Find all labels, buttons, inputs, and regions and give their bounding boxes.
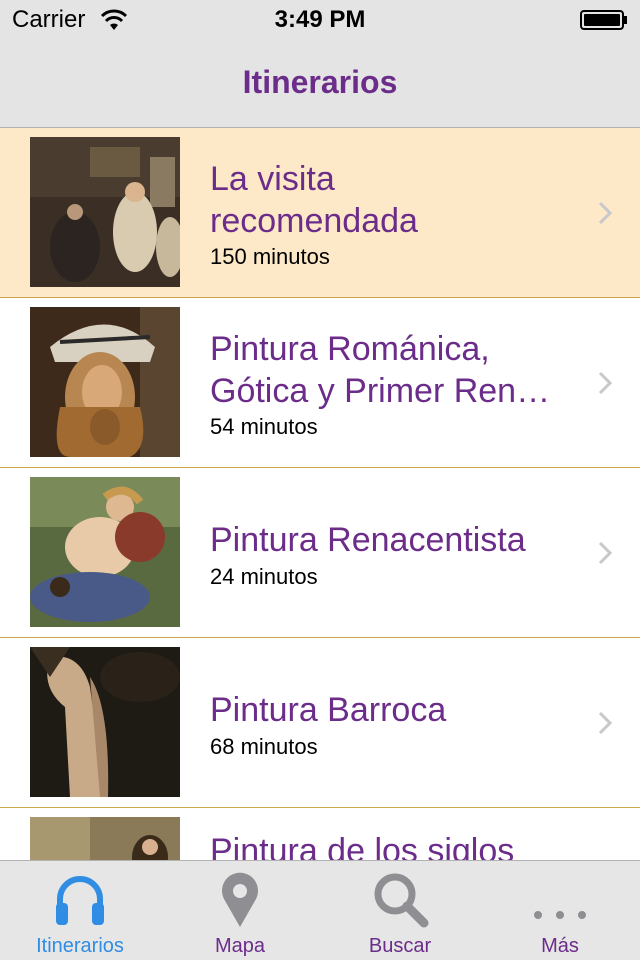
tab-bar: Itinerarios Mapa Buscar Más: [0, 860, 640, 960]
list-item-pintura-romanica[interactable]: Pintura Románica, Gótica y Primer Ren… 5…: [0, 298, 640, 468]
itinerary-duration: 68 minutos: [210, 734, 318, 759]
itinerary-duration: 54 minutos: [210, 414, 318, 439]
painting-thumbnail: [30, 137, 180, 287]
tab-itinerarios[interactable]: Itinerarios: [0, 861, 160, 961]
itinerary-title: Pintura Barroca: [210, 691, 447, 729]
tab-buscar[interactable]: Buscar: [320, 861, 480, 961]
tab-mas[interactable]: Más: [480, 861, 640, 961]
itinerary-title: Pintura Románica, Gótica y Primer Ren…: [210, 330, 551, 410]
chevron-right-icon: [598, 371, 612, 395]
battery-icon: [580, 10, 627, 30]
status-bar: Carrier 3:49 PM: [0, 0, 640, 40]
chevron-right-icon: [598, 541, 612, 565]
tab-label: Más: [541, 935, 579, 957]
map-pin-icon: [222, 872, 258, 927]
page-title: Itinerarios: [242, 64, 398, 100]
list-item-visita-recomendada[interactable]: La visita recomendada 150 minutos: [0, 128, 640, 298]
itinerary-list[interactable]: La visita recomendada 150 minutos Pintur…: [0, 128, 640, 860]
painting-thumbnail: [30, 817, 180, 860]
status-time: 3:49 PM: [274, 6, 366, 33]
itinerary-title: Pintura Renacentista: [210, 521, 526, 559]
navigation-bar: Itinerarios: [0, 40, 640, 128]
tab-label: Buscar: [368, 935, 432, 957]
painting-thumbnail: [30, 307, 180, 457]
itinerary-duration: 150 minutos: [210, 244, 330, 269]
painting-thumbnail: [30, 647, 180, 797]
itinerary-title: La visita recomendada: [210, 160, 418, 240]
chevron-right-icon: [598, 201, 612, 225]
chevron-right-icon: [598, 711, 612, 735]
painting-thumbnail: [30, 477, 180, 627]
search-icon: [374, 873, 429, 928]
itinerary-title: Pintura de los siglos: [210, 832, 515, 860]
itinerary-duration: 24 minutos: [210, 564, 318, 589]
tab-mapa[interactable]: Mapa: [160, 861, 320, 961]
tab-label: Itinerarios: [36, 935, 124, 957]
list-item-pintura-barroca[interactable]: Pintura Barroca 68 minutos: [0, 638, 640, 808]
list-item-pintura-renacentista[interactable]: Pintura Renacentista 24 minutos: [0, 468, 640, 638]
more-icon: [534, 911, 586, 919]
list-item-pintura-siglos[interactable]: Pintura de los siglos: [0, 808, 640, 860]
headphones-icon: [56, 876, 104, 925]
tab-label: Mapa: [214, 935, 266, 957]
